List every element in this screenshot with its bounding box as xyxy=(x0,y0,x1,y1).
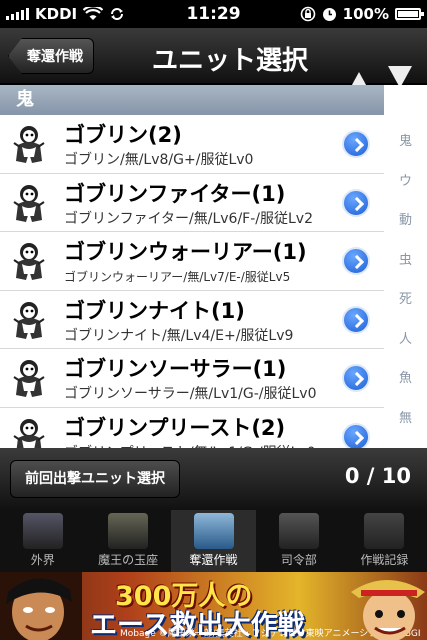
tab-gate[interactable]: 外界 xyxy=(0,510,85,572)
tab-label: 作戦記録 xyxy=(360,553,409,567)
back-button[interactable]: 奪還作戦 xyxy=(8,38,94,74)
unit-detail: ゴブリンファイター/無/Lv6/F-/服従Lv2 xyxy=(64,210,313,227)
building-icon xyxy=(278,513,319,549)
status-right: 100% xyxy=(300,5,424,23)
tab-label: 奪還作戦 xyxy=(189,553,238,567)
unit-list[interactable]: ゴブリン(2) ゴブリン/無/Lv8/G+/服従Lv0 ゴブリンファイター(1) ゴブ… xyxy=(0,115,384,448)
unit-detail: ゴブリンナイト/無/Lv4/E+/服従Lv9 xyxy=(64,327,294,344)
unit-row[interactable]: ゴブリンプリースト(2)ゴブリンプリースト/無/Lv1/G-/服従Lv0 xyxy=(0,408,384,448)
unit-detail: ゴブリン/無/Lv8/G+/服従Lv0 xyxy=(64,152,254,168)
goblin-icon xyxy=(13,360,45,397)
tab-label: 魔王の玉座 xyxy=(98,553,159,567)
tab-map[interactable]: 奪還作戦 xyxy=(170,510,257,572)
unit-name: ゴブリンソーサラー(1) xyxy=(64,357,287,381)
index-item[interactable]: ウ xyxy=(384,170,427,189)
unit-name: ゴブリンファイター(1) xyxy=(64,181,286,206)
rotation-lock-icon xyxy=(300,6,315,22)
unit-name: ゴブリンナイト(1) xyxy=(64,298,245,323)
index-item[interactable]: 動 xyxy=(384,209,427,228)
goblin-icon xyxy=(13,243,45,280)
section-index[interactable]: 鬼ウ動虫死人魚無 xyxy=(384,85,427,448)
goblin-icon xyxy=(13,418,45,448)
unit-name: ゴブリン(2) xyxy=(64,123,182,147)
unit-row[interactable]: ゴブリン(2) ゴブリン/無/Lv8/G+/服従Lv0 xyxy=(0,115,384,174)
tab-building[interactable]: 司令部 xyxy=(256,510,341,572)
detail-disclosure-button[interactable] xyxy=(342,305,370,334)
goblin-icon xyxy=(13,301,45,339)
status-bar: KDDI 11:29 100% xyxy=(0,0,427,28)
straw-hat-character-icon xyxy=(351,580,425,640)
tab-bar: 外界 魔王の玉座 奪還作戦 司令部 作戦記録 xyxy=(0,510,427,572)
unit-detail: ゴブリンソーサラー/無/Lv1/G-/服従Lv0 xyxy=(64,386,317,402)
selection-counter: 0 / 10 xyxy=(344,464,411,488)
unit-row[interactable]: ゴブリンファイター(1) ゴブリンファイター/無/Lv6/F-/服従Lv2 xyxy=(0,174,384,232)
tab-throne[interactable]: 魔王の玉座 xyxy=(85,510,170,572)
unit-row[interactable]: ゴブリンウォーリアー(1) ゴブリンウォーリアー/無/Lv7/E-/服従Lv5 xyxy=(0,232,384,291)
detail-disclosure-button[interactable] xyxy=(342,188,370,217)
index-item[interactable]: 無 xyxy=(384,407,427,426)
detail-disclosure-button[interactable] xyxy=(342,422,370,448)
unit-detail: ゴブリンウォーリアー/無/Lv7/E-/服従Lv5 xyxy=(64,270,291,284)
detail-disclosure-button[interactable] xyxy=(342,364,370,392)
index-item[interactable]: 人 xyxy=(384,328,427,347)
tab-label: 司令部 xyxy=(280,553,317,567)
previous-units-button[interactable]: 前回出撃ユニット選択 xyxy=(10,460,180,498)
ad-banner[interactable]: 300万人の エース救出大作戦 Mobage ©尾田栄一郎/集英社・フジテレビ・… xyxy=(0,572,427,640)
gate-icon xyxy=(22,513,63,549)
goblin-icon xyxy=(13,184,45,222)
battery-percent: 100% xyxy=(342,5,389,23)
index-item[interactable]: 虫 xyxy=(384,249,427,268)
page-title: ユニット選択 xyxy=(151,46,308,76)
unit-row[interactable]: ゴブリンソーサラー(1) ゴブリンソーサラー/無/Lv1/G-/服従Lv0 xyxy=(0,349,384,408)
tab-label: 外界 xyxy=(30,553,55,567)
index-item[interactable]: 死 xyxy=(384,288,427,307)
character-face-icon xyxy=(0,572,82,640)
bottom-toolbar: 前回出撃ユニット選択 0 / 10 xyxy=(0,448,427,510)
throne-icon xyxy=(108,513,149,549)
index-item[interactable]: 鬼 xyxy=(384,130,427,149)
index-item[interactable]: 魚 xyxy=(384,367,427,386)
book-icon xyxy=(364,513,405,549)
navigation-bar: 奪還作戦 ユニット選択 xyxy=(0,28,427,94)
alarm-icon xyxy=(322,7,336,21)
section-header: 鬼 xyxy=(0,85,384,115)
detail-disclosure-button[interactable] xyxy=(342,247,370,275)
unit-name: ゴブリンウォーリアー(1) xyxy=(64,240,307,264)
tab-book[interactable]: 作戦記録 xyxy=(342,510,427,572)
goblin-icon xyxy=(13,126,45,163)
unit-row[interactable]: ゴブリンナイト(1) ゴブリンナイト/無/Lv4/E+/服従Lv9 xyxy=(0,291,384,349)
map-icon xyxy=(193,513,234,549)
detail-disclosure-button[interactable] xyxy=(342,130,370,158)
battery-icon xyxy=(395,8,424,20)
unit-name: ゴブリンプリースト(2) xyxy=(64,415,286,440)
